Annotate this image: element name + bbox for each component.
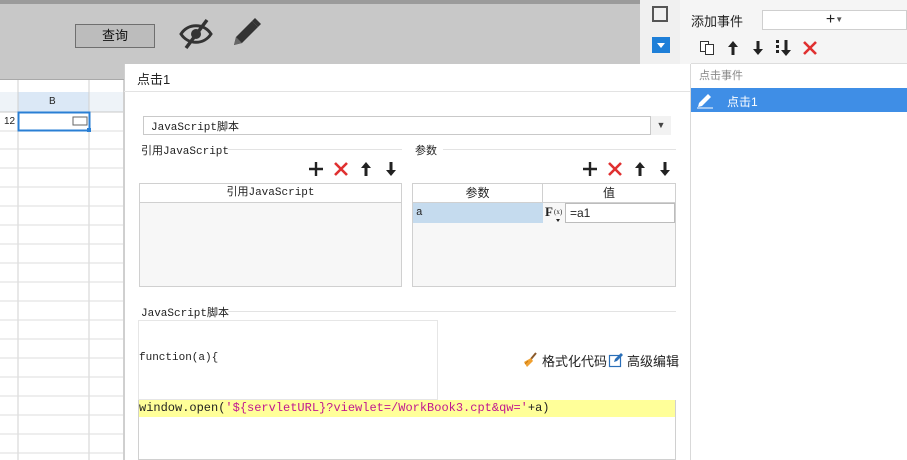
param-value-cell[interactable]: =a1 [565,203,675,223]
event-item-selected[interactable] [691,88,907,112]
code-token-call: window.open( [139,401,226,415]
formula-icon[interactable]: F (x) [544,203,564,223]
dropdown-icon[interactable] [652,37,670,53]
code-token-rest: +a) [527,401,550,415]
delete-icon[interactable] [332,160,350,178]
event-list [691,63,907,460]
arrow-up-icon[interactable] [357,160,375,178]
broom-icon [524,352,537,367]
params-header-value: 值 [543,184,675,203]
event-toolbar [691,37,907,61]
row-header[interactable]: 12 [4,116,15,127]
caret-down-icon: ▼ [835,15,844,24]
add-event-label: 添加事件 [691,14,744,29]
arrow-down-icon[interactable] [656,160,674,178]
params-header-name: 参数 [413,184,543,203]
chevron-down-icon[interactable]: ▼ [650,116,671,135]
advanced-edit-button[interactable]: 高级编辑 [608,351,679,369]
add-icon[interactable] [307,160,325,178]
function-signature: function(a){ [139,352,219,364]
event-type-value: JavaScript脚本 [151,122,240,134]
param-name-cell[interactable]: a [413,203,543,223]
add-icon[interactable] [581,160,599,178]
event-list-header: 点击事件 [699,70,743,82]
svg-text:(x): (x) [554,208,563,216]
arrow-down-icon[interactable] [382,160,400,178]
query-button[interactable]: 查询 [75,24,155,48]
copy-icon[interactable] [698,37,716,59]
edit-box-icon [608,353,623,368]
code-token-string: '${servletURL}?viewlet=/WorkBook3.cpt&qw… [225,401,528,415]
ref-js-section-label: 引用JavaScript [141,146,230,158]
format-code-button[interactable]: 格式化代码 [522,351,607,369]
divider [443,149,676,150]
delete-icon[interactable] [801,37,819,59]
add-icon: + [825,11,836,29]
pencil-icon[interactable] [230,15,262,49]
spreadsheet-grid[interactable]: B 12 [0,80,124,460]
add-event-button[interactable]: +▼ [762,10,907,30]
divider [228,149,402,150]
divider [124,91,690,92]
grid-lines [0,80,123,460]
ref-js-column-header: 引用JavaScript [140,184,401,203]
eye-off-icon[interactable] [178,17,214,51]
delete-icon[interactable] [606,160,624,178]
arrow-down-icon[interactable] [749,37,767,59]
pencil-icon [697,94,713,109]
dialog-title: 点击1 [137,72,171,87]
divider [228,311,676,312]
script-section-label: JavaScript脚本 [141,308,230,320]
params-section-label: 参数 [415,145,437,157]
square-icon[interactable] [652,6,668,22]
format-code-label: 格式化代码 [542,353,608,369]
advanced-edit-label: 高级编辑 [627,353,680,369]
svg-text:F: F [545,204,553,219]
code-line-1[interactable]: window.open('${servletURL}?viewlet=/Work… [139,401,549,415]
event-item-label: 点击1 [727,95,758,109]
arrow-up-icon[interactable] [724,37,742,59]
arrow-up-icon[interactable] [631,160,649,178]
column-header-b[interactable]: B [49,96,56,107]
move-bottom-icon[interactable] [775,37,793,59]
panel-divider [690,64,691,460]
